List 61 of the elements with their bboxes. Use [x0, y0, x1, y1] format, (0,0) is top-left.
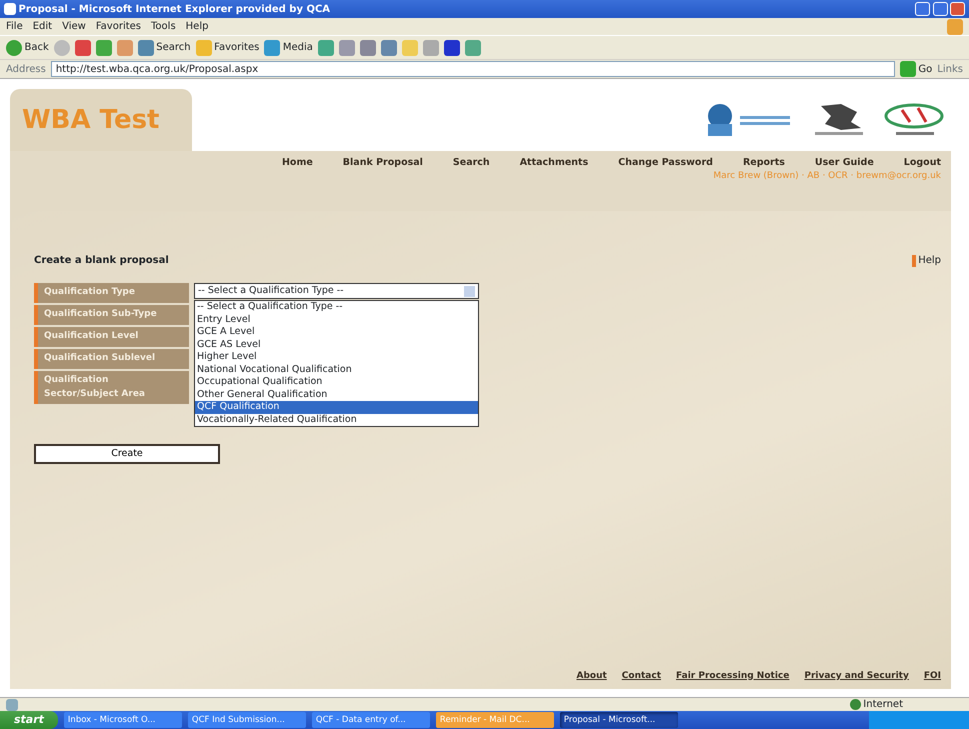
- minimize-button[interactable]: [915, 2, 930, 16]
- field-label: Qualification Sublevel: [34, 349, 189, 368]
- menu-item[interactable]: Help: [186, 19, 208, 34]
- qualification-type-dropdown[interactable]: -- Select a Qualification Type --: [194, 283, 479, 299]
- nav-link[interactable]: Logout: [904, 156, 941, 170]
- dropdown-option[interactable]: QCF Qualification: [195, 401, 478, 414]
- dropdown-option[interactable]: Occupational Qualification: [195, 376, 478, 388]
- dropdown-option[interactable]: Vocationally-Related Qualification: [195, 414, 478, 426]
- dropdown-option[interactable]: Entry Level: [195, 314, 478, 326]
- dropdown-option[interactable]: National Vocational Qualification: [195, 364, 478, 376]
- start-button[interactable]: start: [0, 711, 58, 729]
- menu-item[interactable]: Edit: [32, 19, 52, 34]
- field-label: Qualification Sector/Subject Area: [34, 371, 189, 404]
- menu-item[interactable]: Tools: [151, 19, 176, 34]
- favorites-button[interactable]: Favorites: [196, 40, 260, 56]
- media-button[interactable]: Media: [264, 40, 313, 56]
- address-field[interactable]: http://test.wba.qca.org.uk/Proposal.aspx: [50, 61, 895, 77]
- create-button[interactable]: Create: [34, 444, 220, 464]
- footer-link[interactable]: FOI: [924, 670, 941, 683]
- dropdown-option[interactable]: Higher Level: [195, 351, 478, 364]
- nav-link[interactable]: Change Password: [618, 156, 713, 170]
- taskbar-item[interactable]: Proposal - Microsoft...: [560, 712, 678, 728]
- links-button[interactable]: Links: [937, 62, 963, 76]
- menu-item[interactable]: View: [62, 19, 86, 34]
- user-info: Marc Brew (Brown) · AB · OCR · brewm@ocr.org.uk: [713, 170, 941, 184]
- nav-link[interactable]: User Guide: [814, 156, 874, 170]
- taskbar-item[interactable]: QCF Ind Submission...: [188, 712, 306, 728]
- nav-link[interactable]: Home: [282, 156, 313, 170]
- search-button[interactable]: Search: [138, 40, 191, 56]
- dropdown-option[interactable]: GCE AS Level: [195, 338, 478, 351]
- menu-item[interactable]: Favorites: [96, 19, 142, 34]
- window-title: Proposal - Microsoft Internet Explorer provided by QCA: [18, 2, 332, 16]
- menu-item[interactable]: File: [6, 19, 23, 34]
- page-heading: Create a blank proposal: [34, 254, 169, 268]
- footer-link[interactable]: Contact: [622, 670, 662, 683]
- nav-link[interactable]: Attachments: [520, 156, 588, 170]
- nav-link[interactable]: Search: [452, 156, 490, 170]
- taskbar-item[interactable]: Inbox - Microsoft O...: [64, 712, 182, 728]
- taskbar-item[interactable]: QCF - Data entry of...: [312, 712, 430, 728]
- address-label: Address: [6, 62, 46, 76]
- help-icon: [912, 254, 916, 266]
- field-label: Qualification Level: [34, 327, 189, 346]
- help-link[interactable]: Help: [912, 253, 941, 268]
- maximize-button[interactable]: [932, 2, 948, 16]
- security-zone: Internet: [863, 698, 903, 712]
- footer-link[interactable]: About: [576, 670, 607, 683]
- nav-link[interactable]: Blank Proposal: [342, 156, 423, 170]
- dropdown-option[interactable]: GCE A Level: [195, 326, 478, 338]
- dropdown-option[interactable]: Other General Qualification: [195, 388, 478, 401]
- nav-link[interactable]: Reports: [742, 156, 785, 170]
- swirl-logo-icon: [882, 102, 946, 138]
- window-icon: [4, 3, 16, 15]
- close-button[interactable]: [950, 2, 965, 16]
- dropdown-option[interactable]: -- Select a Qualification Type --: [195, 301, 478, 314]
- field-label: Qualification Type: [34, 283, 189, 302]
- go-button[interactable]: Go: [900, 61, 932, 77]
- field-label: Qualification Sub-Type: [34, 305, 189, 324]
- footer-link[interactable]: Privacy and Security: [804, 670, 909, 683]
- footer-link[interactable]: Fair Processing Notice: [676, 670, 790, 683]
- back-button[interactable]: Back: [6, 40, 49, 56]
- site-logo: WBA Test: [10, 89, 192, 151]
